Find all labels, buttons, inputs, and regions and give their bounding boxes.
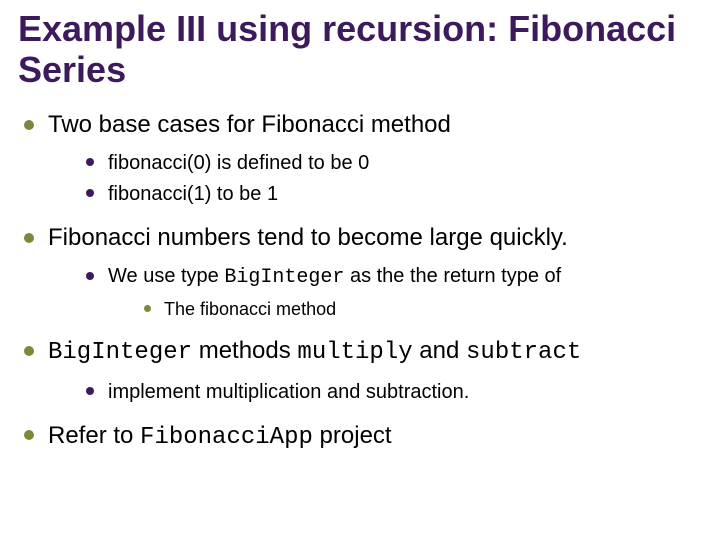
bullet-base-cases: Two base cases for Fibonacci method fibo… bbox=[18, 109, 702, 208]
sub-sub-list: The fibonacci method bbox=[108, 297, 702, 321]
text-part: Refer to bbox=[48, 422, 140, 449]
slide: Example III using recursion: Fibonacci S… bbox=[0, 0, 720, 540]
text-part: methods bbox=[192, 337, 297, 364]
bullet-fib1: fibonacci(1) to be 1 bbox=[82, 181, 702, 208]
text-part: as the the return type of bbox=[344, 265, 561, 287]
bullet-refer-project: Refer to FibonacciApp project bbox=[18, 420, 702, 453]
bullet-list: Two base cases for Fibonacci method fibo… bbox=[18, 109, 702, 453]
bullet-text: Fibonacci numbers tend to become large q… bbox=[48, 224, 568, 251]
bullet-large-quickly: Fibonacci numbers tend to become large q… bbox=[18, 222, 702, 321]
bullet-biginteger-return: We use type BigInteger as the the return… bbox=[82, 263, 702, 321]
text-part: project bbox=[313, 422, 392, 449]
slide-title: Example III using recursion: Fibonacci S… bbox=[18, 8, 702, 91]
text-part: and bbox=[413, 337, 466, 364]
code-biginteger: BigInteger bbox=[48, 339, 192, 366]
code-subtract: subtract bbox=[466, 339, 581, 366]
text-part: We use type bbox=[108, 265, 224, 287]
code-fibonacciapp: FibonacciApp bbox=[140, 424, 313, 451]
bullet-fibonacci-method: The fibonacci method bbox=[142, 297, 702, 321]
bullet-biginteger-methods: BigInteger methods multiply and subtract… bbox=[18, 335, 702, 405]
bullet-implement: implement multiplication and subtraction… bbox=[82, 379, 702, 406]
code-biginteger: BigInteger bbox=[224, 266, 344, 289]
bullet-fib0: fibonacci(0) is defined to be 0 bbox=[82, 150, 702, 177]
sub-list: fibonacci(0) is defined to be 0 fibonacc… bbox=[48, 150, 702, 208]
sub-list: We use type BigInteger as the the return… bbox=[48, 263, 702, 321]
code-multiply: multiply bbox=[297, 339, 412, 366]
bullet-text: Two base cases for Fibonacci method bbox=[48, 111, 451, 138]
sub-list: implement multiplication and subtraction… bbox=[48, 379, 702, 406]
